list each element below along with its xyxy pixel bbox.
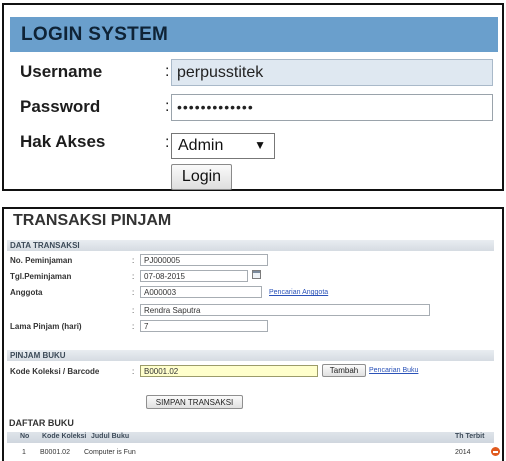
login-button[interactable]: Login — [171, 164, 232, 190]
password-label: Password — [20, 97, 101, 116]
login-header: LOGIN SYSTEM — [10, 17, 498, 52]
pinjam-buku-label: PINJAM BUKU — [10, 351, 66, 360]
nama-anggota-input[interactable] — [140, 304, 430, 316]
data-transaksi-header: DATA TRANSAKSI — [7, 240, 494, 251]
no-peminjaman-label: No. Peminjaman — [10, 256, 73, 265]
chevron-down-icon: ▼ — [254, 138, 266, 152]
daftar-buku-title: DAFTAR BUKU — [9, 418, 74, 428]
username-colon: : — [165, 63, 170, 80]
anggota-label: Anggota — [10, 288, 43, 297]
data-transaksi-label: DATA TRANSAKSI — [10, 241, 80, 250]
password-input[interactable]: ••••••••••••• — [171, 94, 493, 121]
pinjam-buku-header: PINJAM BUKU — [7, 350, 494, 361]
access-label: Hak Akses — [20, 132, 106, 151]
calendar-icon[interactable] — [252, 270, 261, 279]
lama-pinjam-colon: : — [132, 322, 135, 331]
row-kode-koleksi: B0001.02 — [40, 449, 70, 456]
row-judul-buku: Computer is Fun — [84, 449, 136, 456]
kode-koleksi-label: Kode Koleksi / Barcode — [10, 367, 100, 376]
delete-icon[interactable] — [491, 447, 500, 456]
anggota-input[interactable] — [140, 286, 262, 298]
kode-koleksi-input[interactable] — [140, 365, 318, 377]
login-panel: LOGIN SYSTEM Username : Password : •••••… — [2, 3, 504, 191]
simpan-transaksi-button[interactable]: SIMPAN TRANSAKSI — [146, 395, 243, 409]
password-colon: : — [165, 98, 170, 115]
col-judul-buku: Judul Buku — [91, 433, 130, 440]
row-th-terbit: 2014 — [455, 449, 471, 456]
tgl-peminjaman-input[interactable] — [140, 270, 248, 282]
access-select[interactable]: Admin ▼ — [171, 133, 275, 159]
lama-pinjam-label: Lama Pinjam (hari) — [10, 322, 82, 331]
transaksi-title: TRANSAKSI PINJAM — [13, 212, 172, 229]
username-input[interactable] — [171, 59, 493, 86]
tgl-peminjaman-label: Tgl.Peminjaman — [10, 272, 72, 281]
access-selected-value: Admin — [178, 137, 224, 154]
lama-pinjam-input[interactable] — [140, 320, 268, 332]
no-peminjaman-input[interactable] — [140, 254, 268, 266]
col-kode-koleksi: Kode Koleksi — [42, 433, 87, 440]
pencarian-anggota-link[interactable]: Pencarian Anggota — [269, 289, 328, 296]
access-colon: : — [165, 134, 170, 151]
nama-anggota-colon: : — [132, 306, 135, 315]
login-title: LOGIN SYSTEM — [21, 24, 169, 45]
table-header: No Kode Koleksi Judul Buku Th Terbit — [7, 432, 494, 443]
no-peminjaman-colon: : — [132, 256, 135, 265]
password-mask: ••••••••••••• — [177, 99, 254, 115]
row-no: 1 — [22, 449, 26, 456]
kode-koleksi-colon: : — [132, 367, 135, 376]
anggota-colon: : — [132, 288, 135, 297]
col-th-terbit: Th Terbit — [455, 433, 485, 440]
username-label: Username — [20, 62, 103, 81]
tgl-peminjaman-colon: : — [132, 272, 135, 281]
col-no: No — [20, 433, 30, 440]
tambah-button[interactable]: Tambah — [322, 364, 366, 377]
pencarian-buku-link[interactable]: Pencarian Buku — [369, 367, 418, 374]
